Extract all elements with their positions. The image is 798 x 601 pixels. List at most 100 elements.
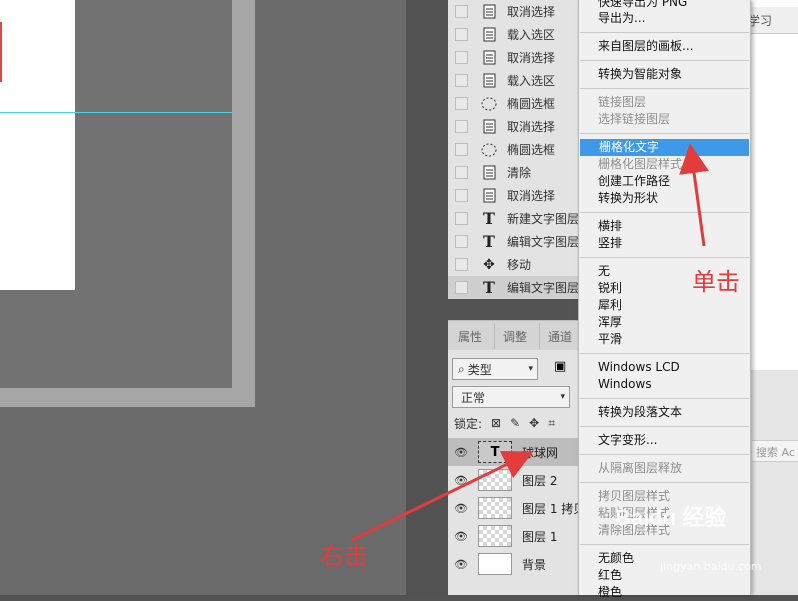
menu-item[interactable]: Windows bbox=[579, 376, 750, 393]
artboard-icon[interactable]: ⌗ bbox=[548, 416, 555, 431]
history-item[interactable]: 取消选择 bbox=[448, 115, 580, 138]
tab-adjustments[interactable]: 调整 bbox=[503, 328, 527, 345]
history-item[interactable]: 清除 bbox=[448, 161, 580, 184]
layer-filter-select[interactable]: ⌕ 类型 ▾ bbox=[452, 358, 538, 380]
document-page[interactable] bbox=[0, 0, 75, 290]
history-item[interactable]: 取消选择 bbox=[448, 0, 580, 23]
history-item[interactable]: ✥ 移动 bbox=[448, 253, 580, 276]
tab-properties[interactable]: 属性 bbox=[458, 328, 482, 345]
history-item[interactable]: 取消选择 bbox=[448, 46, 580, 69]
history-item[interactable]: 椭圆选框 bbox=[448, 92, 580, 115]
menu-item: 链接图层 bbox=[598, 95, 647, 109]
history-snapshot-checkbox[interactable] bbox=[455, 5, 468, 18]
menu-item: 栅格化图层样式 bbox=[598, 157, 683, 171]
eye-icon[interactable]: 👁 bbox=[454, 474, 472, 487]
history-snapshot-checkbox[interactable] bbox=[455, 189, 468, 202]
tab-learn-label: 学习 bbox=[748, 14, 773, 28]
menu-item[interactable]: 横排 bbox=[579, 218, 750, 235]
history-item[interactable]: 取消选择 bbox=[448, 184, 580, 207]
menu-item[interactable]: 转换为智能对象 bbox=[579, 66, 750, 83]
menu-separator bbox=[580, 133, 749, 134]
history-snapshot-checkbox[interactable] bbox=[455, 235, 468, 248]
history-state-icon bbox=[481, 119, 497, 135]
history-item[interactable]: T 新建文字图层 bbox=[448, 207, 580, 230]
menu-separator bbox=[580, 212, 749, 213]
ellipse-marquee-icon bbox=[481, 96, 497, 112]
eye-icon[interactable]: 👁 bbox=[454, 558, 472, 571]
ellipse-marquee-icon bbox=[481, 142, 497, 158]
layer-row[interactable]: 👁 T 球球网 bbox=[448, 438, 580, 466]
menu-item[interactable]: 创建工作路径 bbox=[579, 173, 750, 190]
menu-item[interactable]: 竖排 bbox=[579, 235, 750, 252]
tab-learn[interactable]: 学习 bbox=[748, 7, 798, 34]
history-item-label: 取消选择 bbox=[507, 189, 556, 203]
layer-thumbnail bbox=[478, 525, 512, 547]
menu-item[interactable]: 橙色 bbox=[579, 584, 750, 601]
menu-separator bbox=[580, 454, 749, 455]
history-panel: 取消选择 载入选区 取消选择 载入选区 椭圆选框 取消选择 椭圆选框 清除 取消选择 T 新建文字图… bbox=[448, 0, 580, 299]
tab-channels[interactable]: 通道 bbox=[548, 328, 572, 345]
annotation-right-click-label: 右击 bbox=[320, 542, 368, 570]
history-snapshot-checkbox[interactable] bbox=[455, 51, 468, 64]
history-snapshot-checkbox[interactable] bbox=[455, 212, 468, 225]
history-item-label: 编辑文字图层 bbox=[507, 281, 580, 295]
menu-item[interactable]: Windows LCD bbox=[579, 359, 750, 376]
lock-paint-icon[interactable]: ✎ bbox=[510, 416, 520, 430]
history-item[interactable]: 载入选区 bbox=[448, 69, 580, 92]
history-item-label: 载入选区 bbox=[507, 74, 556, 88]
history-item[interactable]: 椭圆选框 bbox=[448, 138, 580, 161]
history-snapshot-checkbox[interactable] bbox=[455, 120, 468, 133]
red-text-fragment bbox=[0, 22, 2, 82]
eye-icon[interactable]: 👁 bbox=[454, 446, 472, 459]
history-state-icon bbox=[481, 50, 497, 66]
history-item-label: 载入选区 bbox=[507, 28, 556, 42]
layer-thumbnail bbox=[478, 469, 512, 491]
eye-icon[interactable]: 👁 bbox=[454, 530, 472, 543]
menu-item[interactable]: 来自图层的画板... bbox=[579, 38, 750, 55]
search-input[interactable]: 搜索 Ac bbox=[752, 440, 798, 462]
layer-row[interactable]: 👁 图层 1 拷贝 bbox=[448, 494, 585, 522]
chevron-down-icon: ▾ bbox=[528, 364, 533, 374]
guide-line[interactable] bbox=[0, 112, 232, 113]
menu-item[interactable]: 转换为形状 bbox=[579, 190, 750, 207]
lock-toolbar: 锁定: ⊠ ✎ ✥ ⌗ bbox=[454, 414, 555, 432]
menu-item[interactable]: 文字变形... bbox=[579, 432, 750, 449]
lock-transparency-icon[interactable]: ⊠ bbox=[491, 416, 501, 430]
history-item[interactable]: T 编辑文字图层 bbox=[448, 230, 580, 253]
text-tool-icon: T bbox=[483, 278, 495, 297]
history-item[interactable]: 载入选区 bbox=[448, 23, 580, 46]
menu-item[interactable]: 导出为... bbox=[579, 10, 750, 27]
layer-row[interactable]: 👁 背景 bbox=[448, 550, 580, 578]
blend-mode-select[interactable]: 正常 ▾ bbox=[452, 386, 570, 408]
canvas-area[interactable] bbox=[0, 0, 406, 595]
layer-filter-value: 类型 bbox=[467, 362, 492, 377]
history-snapshot-checkbox[interactable] bbox=[455, 258, 468, 271]
history-snapshot-checkbox[interactable] bbox=[455, 74, 468, 87]
lock-position-icon[interactable]: ✥ bbox=[529, 416, 539, 430]
history-item[interactable]: T 编辑文字图层 bbox=[448, 276, 580, 299]
history-snapshot-checkbox[interactable] bbox=[455, 281, 468, 294]
lock-label: 锁定: bbox=[454, 416, 483, 431]
image-filter-icon[interactable]: ▣ bbox=[554, 359, 566, 374]
menu-item-rasterize-text[interactable]: 栅格化文字 bbox=[580, 139, 749, 156]
menu-item[interactable]: 平滑 bbox=[579, 331, 750, 348]
layer-row[interactable]: 👁 图层 1 bbox=[448, 522, 580, 550]
history-snapshot-checkbox[interactable] bbox=[455, 143, 468, 156]
history-state-icon bbox=[481, 4, 497, 20]
menu-item[interactable]: 浑厚 bbox=[579, 314, 750, 331]
menu-separator bbox=[580, 426, 749, 427]
history-snapshot-checkbox[interactable] bbox=[455, 28, 468, 41]
history-state-icon bbox=[481, 73, 497, 89]
history-snapshot-checkbox[interactable] bbox=[455, 166, 468, 179]
eye-icon[interactable]: 👁 bbox=[454, 502, 472, 515]
move-tool-icon: ✥ bbox=[483, 256, 495, 273]
tab-separator bbox=[539, 323, 540, 349]
history-item-label: 移动 bbox=[507, 258, 532, 272]
search-placeholder: 搜索 Ac bbox=[756, 446, 795, 459]
document-frame bbox=[0, 0, 255, 407]
menu-item[interactable]: 转换为段落文本 bbox=[579, 404, 750, 421]
menu-separator bbox=[580, 353, 749, 354]
history-snapshot-checkbox[interactable] bbox=[455, 97, 468, 110]
menu-item[interactable]: 犀利 bbox=[579, 297, 750, 314]
layer-row[interactable]: 👁 图层 2 bbox=[448, 466, 580, 494]
